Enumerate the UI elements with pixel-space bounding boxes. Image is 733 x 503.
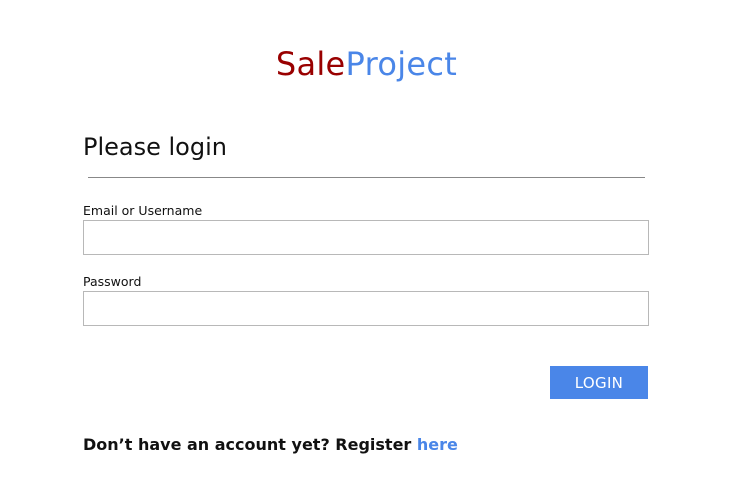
login-button[interactable]: LOGIN (550, 366, 648, 399)
app-logo: SaleProject (0, 44, 733, 84)
email-field[interactable] (83, 220, 649, 255)
logo-sale-text: Sale (275, 45, 346, 83)
logo-project-text: Project (345, 45, 458, 83)
password-field[interactable] (83, 291, 649, 326)
register-text: Don’t have an account yet? Register (83, 435, 417, 454)
email-label: Email or Username (83, 203, 203, 218)
password-label: Password (83, 274, 142, 289)
register-link[interactable]: here (417, 435, 458, 454)
register-prompt: Don’t have an account yet? Register here (83, 435, 458, 455)
page-title: Please login (83, 133, 227, 161)
title-divider (88, 177, 645, 178)
